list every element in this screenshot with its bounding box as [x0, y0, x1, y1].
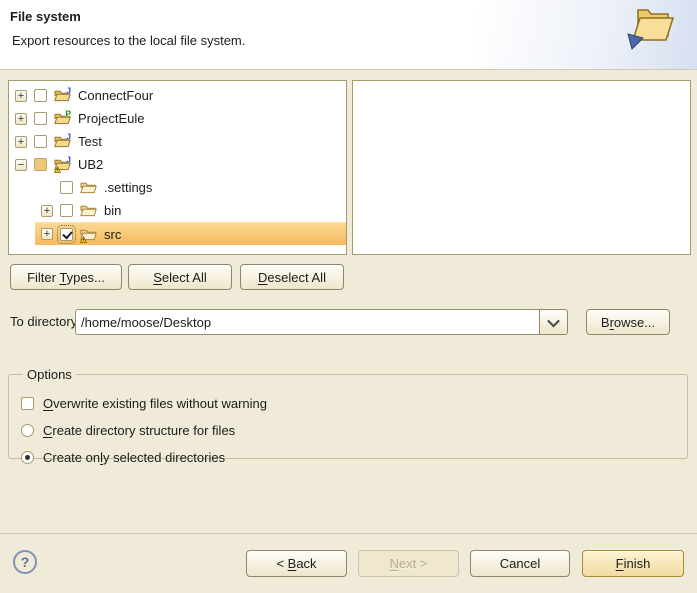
options-group-label: Options	[23, 367, 76, 382]
folder-plain-icon	[80, 179, 97, 196]
tree-checkbox[interactable]	[60, 228, 73, 241]
expand-icon[interactable]: +	[41, 205, 53, 217]
tree-item-label: ProjectEule	[78, 111, 144, 126]
tree-row[interactable]: + J Test	[9, 130, 346, 153]
export-folder-icon	[623, 4, 679, 56]
folder-java-icon: J	[54, 87, 71, 104]
destination-dropdown-button[interactable]	[539, 309, 568, 335]
selected-directories-label: Create only selected directories	[43, 450, 225, 465]
folder-warn-icon	[80, 226, 97, 243]
tree-row[interactable]: + src	[35, 222, 346, 245]
select-all-button[interactable]: Select All	[128, 264, 232, 290]
tree-item-label: src	[104, 227, 121, 242]
svg-text:J: J	[66, 156, 71, 165]
options-group: Options Overwrite existing files without…	[8, 367, 688, 459]
overwrite-option[interactable]: Overwrite existing files without warning	[21, 390, 687, 417]
question-mark-icon: ?	[21, 554, 30, 570]
deselect-all-button[interactable]: Deselect All	[240, 264, 344, 290]
tree-row[interactable]: + bin	[35, 199, 346, 222]
tree-checkbox[interactable]	[60, 204, 73, 217]
folder-java-icon: J	[54, 133, 71, 150]
expand-icon[interactable]: +	[41, 228, 53, 240]
page-subtitle: Export resources to the local file syste…	[12, 33, 245, 48]
destination-combo	[75, 309, 568, 335]
filter-types-button[interactable]: Filter Types...	[10, 264, 122, 290]
tree-checkbox[interactable]	[34, 135, 47, 148]
tree-checkbox[interactable]	[34, 158, 47, 171]
selected-directories-option[interactable]: Create only selected directories	[21, 444, 687, 471]
directory-structure-label: Create directory structure for files	[43, 423, 235, 438]
resource-tree-panel[interactable]: + J ConnectFour + P ProjectEule + J Test − J UB2.se…	[8, 80, 347, 255]
collapse-icon[interactable]: −	[15, 159, 27, 171]
tree-checkbox[interactable]	[60, 181, 73, 194]
tree-item-label: bin	[104, 203, 121, 218]
destination-input[interactable]	[75, 309, 539, 335]
tree-item-label: UB2	[78, 157, 103, 172]
browse-button[interactable]: Browse...	[586, 309, 670, 335]
svg-text:J: J	[66, 133, 71, 142]
tree-item-label: Test	[78, 134, 102, 149]
tree-item-label: ConnectFour	[78, 88, 153, 103]
tree-checkbox[interactable]	[34, 112, 47, 125]
next-button[interactable]: Next >	[358, 550, 459, 577]
resource-tree: + J ConnectFour + P ProjectEule + J Test − J UB2.se…	[9, 81, 346, 245]
overwrite-label: Overwrite existing files without warning	[43, 396, 267, 411]
file-list-panel[interactable]	[352, 80, 691, 255]
directory-structure-radio[interactable]	[21, 424, 34, 437]
tree-item-label: .settings	[104, 180, 152, 195]
wizard-header: File system Export resources to the loca…	[0, 0, 697, 70]
tree-row[interactable]: − J UB2	[9, 153, 346, 176]
folder-plain-icon	[80, 202, 97, 219]
page-title: File system	[10, 9, 81, 24]
chevron-down-icon	[547, 314, 560, 327]
finish-button[interactable]: Finish	[582, 550, 684, 577]
directory-structure-option[interactable]: Create directory structure for files	[21, 417, 687, 444]
help-button[interactable]: ?	[13, 550, 37, 574]
footer-divider	[0, 533, 697, 534]
expand-icon[interactable]: +	[15, 90, 27, 102]
expand-icon[interactable]: +	[15, 113, 27, 125]
svg-text:P: P	[65, 110, 71, 119]
overwrite-checkbox[interactable]	[21, 397, 34, 410]
folder-java-warn-icon: J	[54, 156, 71, 173]
to-directory-label: To directory:	[10, 309, 81, 335]
export-wizard-dialog: File system Export resources to the loca…	[0, 0, 697, 593]
svg-text:J: J	[66, 87, 71, 96]
tree-row[interactable]: + P ProjectEule	[9, 107, 346, 130]
expand-icon[interactable]: +	[15, 136, 27, 148]
selected-directories-radio[interactable]	[21, 451, 34, 464]
cancel-button[interactable]: Cancel	[470, 550, 570, 577]
back-button[interactable]: < Back	[246, 550, 347, 577]
tree-checkbox[interactable]	[34, 89, 47, 102]
tree-row[interactable]: + J ConnectFour	[9, 84, 346, 107]
tree-row[interactable]: .settings	[35, 176, 346, 199]
folder-p-icon: P	[54, 110, 71, 127]
